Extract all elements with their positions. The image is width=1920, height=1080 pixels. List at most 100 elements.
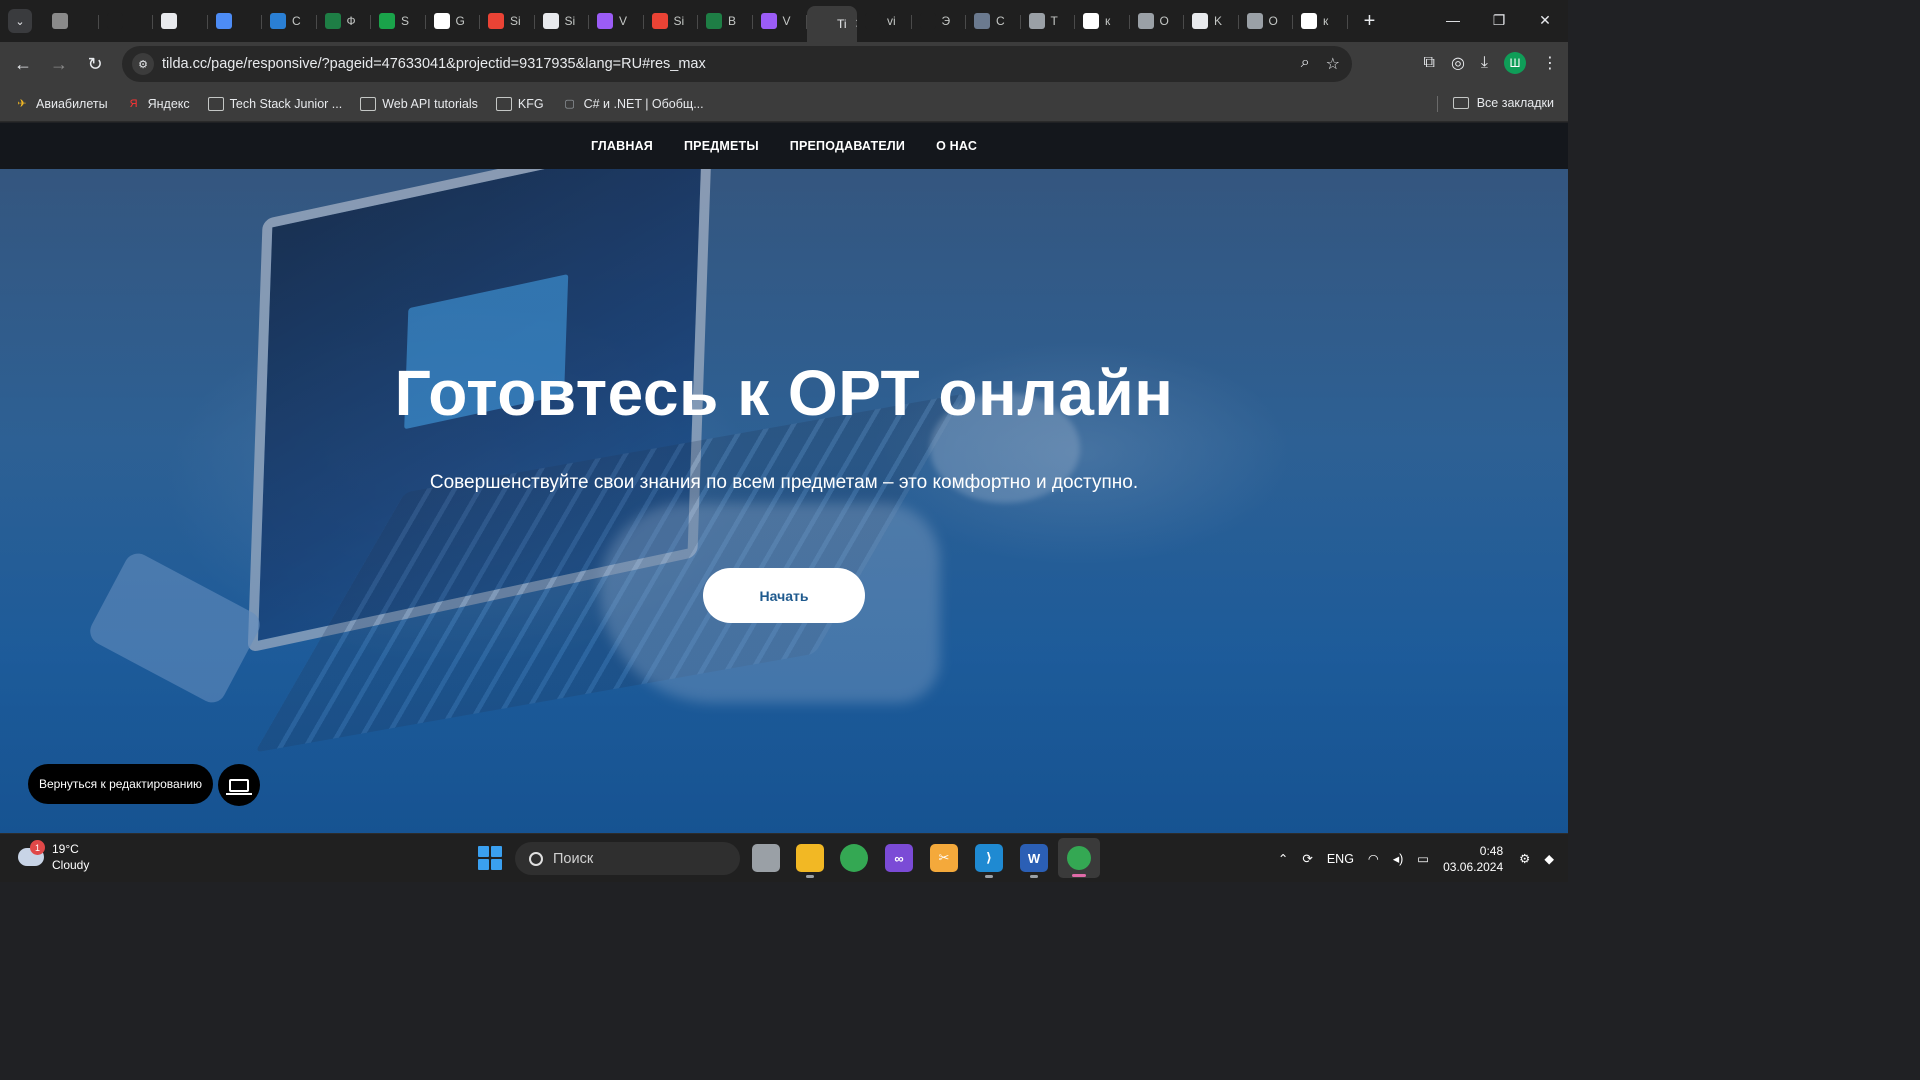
browser-tab[interactable]: Si — [535, 5, 590, 37]
browser-tab[interactable]: B — [698, 5, 753, 37]
nav-about[interactable]: О НАС — [936, 139, 977, 153]
azure-icon — [270, 13, 286, 29]
browser-tab[interactable]: C — [262, 5, 317, 37]
tilda-icon — [815, 16, 831, 32]
bookmark-star-icon[interactable]: ☆ — [1326, 54, 1340, 74]
browser-tab[interactable]: G — [426, 5, 481, 37]
copilot-icon[interactable]: ◆ — [1544, 851, 1554, 866]
profile-avatar[interactable]: Ш — [1504, 52, 1526, 74]
tab-title: O — [1268, 14, 1278, 28]
back-button[interactable]: ← — [5, 46, 41, 82]
new-tab-button[interactable]: + — [1358, 10, 1382, 33]
address-bar[interactable]: ⚙ tilda.cc/page/responsive/?pageid=47633… — [122, 46, 1352, 82]
browser-tab[interactable] — [99, 5, 154, 37]
clock[interactable]: 0:48 03.06.2024 — [1443, 843, 1503, 875]
browser-tab[interactable]: Э — [912, 5, 967, 37]
restore-button[interactable]: ❐ — [1476, 0, 1522, 40]
browser-tab[interactable]: vi — [857, 5, 912, 37]
taskbar-search[interactable]: Поиск — [515, 842, 740, 875]
file-explorer-icon[interactable] — [796, 844, 824, 878]
all-bookmarks-button[interactable]: Все закладки — [1452, 96, 1554, 110]
tray-chevron-icon[interactable]: ⌃ — [1278, 851, 1288, 866]
browser-tab[interactable]: V — [753, 5, 808, 37]
tab-title: vi — [887, 14, 896, 28]
settings-gear-icon[interactable]: ⚙ — [1519, 851, 1530, 866]
browser-tab[interactable]: Ti✕ — [807, 6, 857, 42]
minimize-button[interactable]: — — [1430, 0, 1476, 40]
vscode-icon[interactable]: ⟩ — [975, 844, 1003, 878]
back-to-editing-button[interactable]: Вернуться к редактированию — [28, 764, 213, 804]
nav-subjects[interactable]: ПРЕДМЕТЫ — [684, 139, 759, 153]
globe-icon — [1246, 13, 1263, 29]
bookmark-item[interactable]: Tech Stack Junior ... — [207, 96, 342, 111]
bookmark-item[interactable]: ▢ C# и .NET | Обобщ... — [562, 97, 703, 111]
site-info-icon[interactable]: ⚙ — [132, 53, 154, 75]
download-icon[interactable]: ⤓ — [1481, 54, 1488, 72]
tab-title: S — [401, 14, 410, 28]
bookmarks-divider — [1437, 96, 1438, 112]
toolbar-actions: ⧉ ◎ ⤓ Ш ⋮ — [1424, 52, 1558, 74]
browser-tab[interactable]: O — [1130, 5, 1185, 37]
bookmark-item[interactable]: ✈ Авиабилеты — [14, 97, 107, 111]
gemini-icon — [215, 13, 232, 29]
browser-tab[interactable]: C — [966, 5, 1021, 37]
weather-widget[interactable]: 1 19°C Cloudy — [18, 840, 90, 873]
tab-title: Si — [564, 14, 576, 28]
system-tray: ⌃ ⟳ ENG ◠ ◂) ▭ 0:48 03.06.2024 ⚙ ◆ — [1278, 834, 1568, 882]
bookmark-item[interactable]: Я Яндекс — [126, 97, 190, 111]
browser-tab[interactable]: к — [1075, 5, 1130, 37]
browser-tab[interactable]: Si — [644, 5, 699, 37]
device-preview-button[interactable] — [218, 764, 260, 806]
shield-icon — [1192, 13, 1208, 29]
chrome-active-icon[interactable] — [1058, 838, 1100, 878]
browser-tab[interactable] — [153, 5, 208, 37]
clock-time: 0:48 — [1479, 843, 1504, 858]
close-window-button[interactable]: ✕ — [1522, 0, 1568, 40]
menu-icon[interactable]: ⋮ — [1542, 53, 1558, 73]
triangle-icon — [433, 13, 450, 29]
weather-desc: Cloudy — [52, 858, 90, 872]
word-icon[interactable]: W — [1020, 844, 1048, 878]
forward-button[interactable]: → — [41, 46, 77, 82]
snipping-tool-icon[interactable]: ✂ — [930, 844, 958, 872]
url-text[interactable]: tilda.cc/page/responsive/?pageid=4763304… — [162, 56, 706, 72]
visual-studio-icon[interactable]: ∞ — [885, 844, 913, 872]
start-button[interactable]: Начать — [703, 568, 865, 623]
browser-tab[interactable]: O — [1239, 5, 1294, 37]
browser-tab[interactable]: K — [1184, 5, 1239, 37]
browser-tab[interactable]: T — [1021, 5, 1076, 37]
browser-tab[interactable]: V — [589, 5, 644, 37]
wifi-icon[interactable]: ◠ — [1368, 851, 1379, 866]
browser-tab[interactable] — [44, 5, 99, 37]
tab-title: V — [782, 14, 791, 28]
tab-list: C Ф S G Si Si V Si B V Ti✕ vi Э C Tк O K Oк — [44, 0, 1348, 42]
tab-title: T — [1050, 14, 1058, 28]
browser-tab[interactable]: Si — [480, 5, 535, 37]
windows-start-icon[interactable] — [478, 846, 502, 870]
tab-title: Э — [941, 14, 951, 28]
browser-tab[interactable] — [208, 5, 263, 37]
nav-teachers[interactable]: ПРЕПОДАВАТЕЛИ — [790, 139, 905, 153]
task-view-icon[interactable] — [752, 844, 780, 872]
bookmark-item[interactable]: KFG — [495, 96, 544, 111]
globe-icon — [1137, 13, 1154, 29]
sync-icon[interactable]: ⟳ — [1302, 851, 1312, 866]
bookmark-item[interactable]: Web API tutorials — [360, 96, 478, 111]
performance-icon[interactable]: ◎ — [1451, 53, 1465, 73]
browser-tab[interactable]: к — [1293, 5, 1348, 37]
doc-icon — [542, 13, 559, 29]
browser-tab[interactable]: Ф — [317, 5, 372, 37]
tab-search-button[interactable]: ⌄ — [8, 9, 32, 33]
reload-button[interactable]: ↻ — [77, 46, 113, 82]
extensions-icon[interactable]: ⧉ — [1424, 54, 1435, 72]
globe-green-icon — [379, 13, 395, 29]
chrome-icon[interactable] — [840, 844, 868, 872]
zoom-icon[interactable]: ⌕ — [1301, 54, 1310, 74]
chrome-logo-icon — [1067, 846, 1091, 870]
volume-icon[interactable]: ◂) — [1393, 851, 1403, 866]
tab-strip: ⌄ CФSGSiSiVSiBVTi✕viЭCTкOKOк + — ❐ ✕ — [0, 0, 1568, 42]
language-indicator[interactable]: ENG — [1327, 852, 1354, 866]
browser-tab[interactable]: S — [371, 5, 426, 37]
battery-icon[interactable]: ▭ — [1417, 851, 1429, 866]
nav-home[interactable]: ГЛАВНАЯ — [591, 139, 653, 153]
